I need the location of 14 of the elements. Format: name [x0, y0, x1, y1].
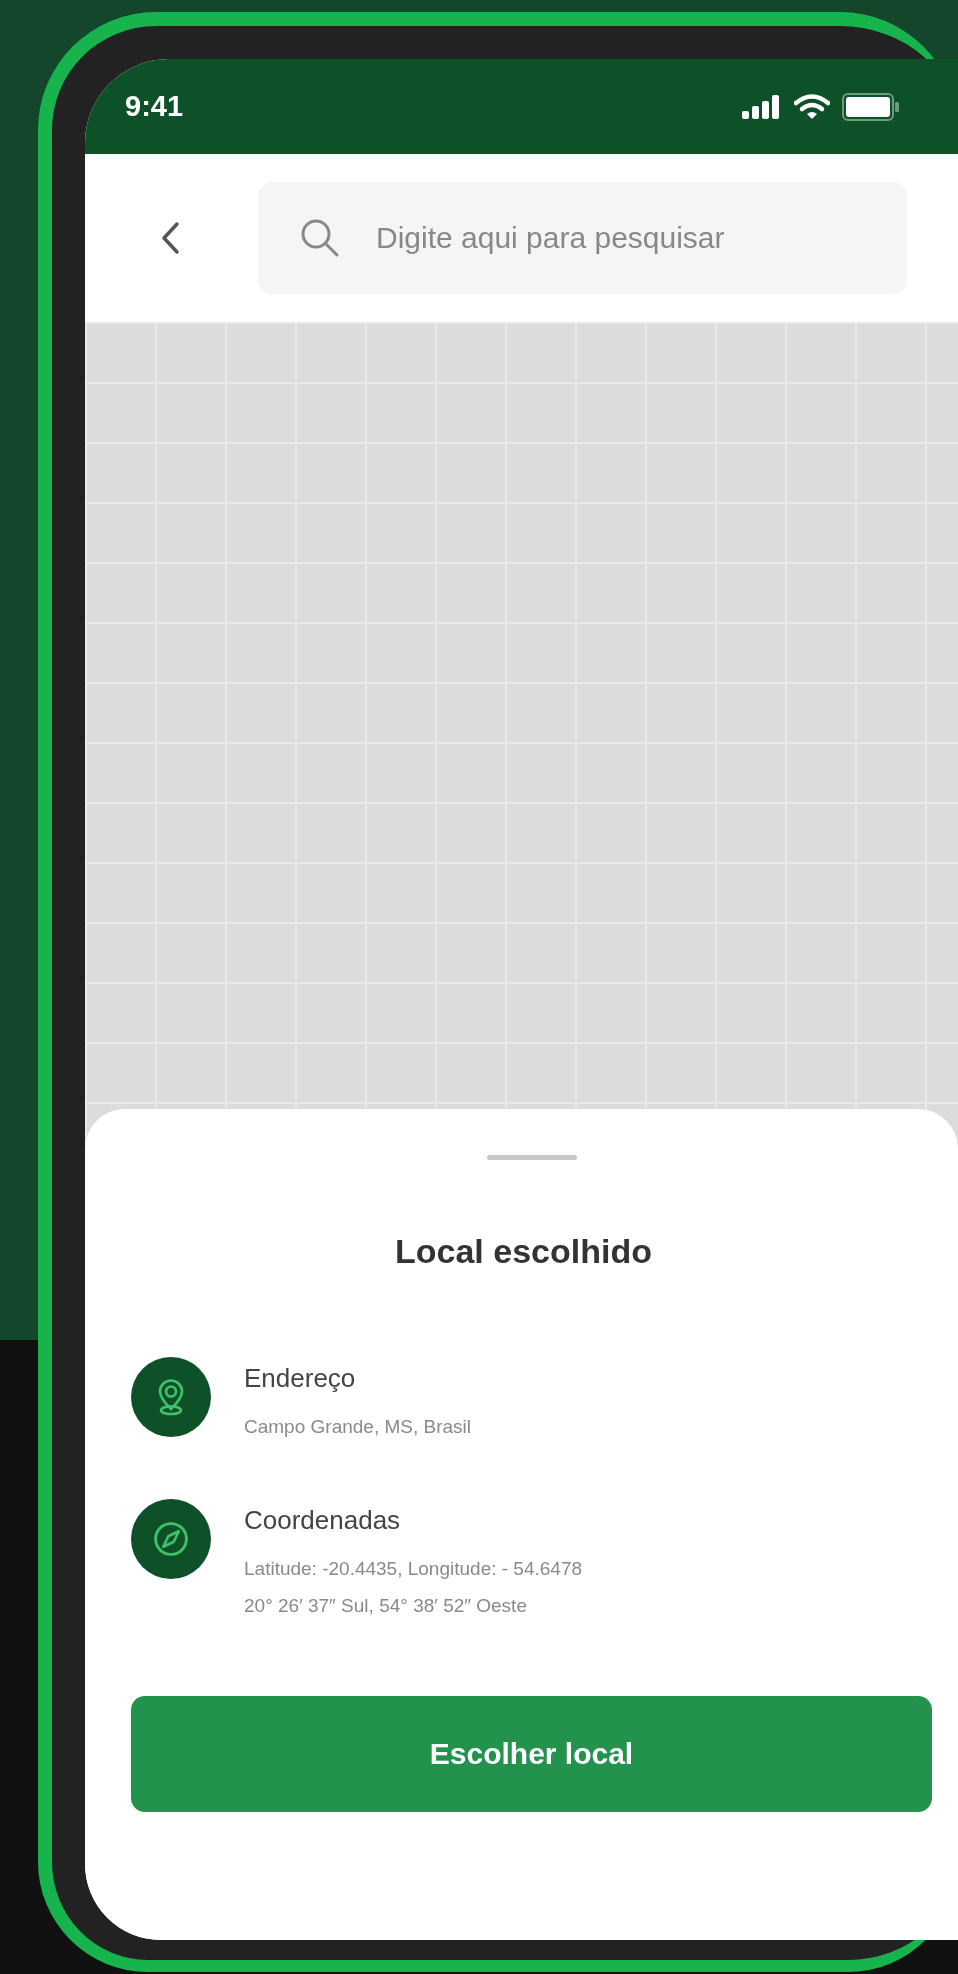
status-time: 9:41 [125, 90, 184, 123]
item-label: Coordenadas [244, 1505, 402, 1536]
item-value: 20° 26′ 37″ Sul, 54° 38′ 52″ Oeste [244, 1594, 528, 1618]
sheet-title: Local escolhido [394, 1232, 653, 1271]
search-field[interactable]: Digite aqui para pesquisar [258, 182, 907, 294]
item-label: Endereço [244, 1363, 357, 1394]
drag-handle[interactable] [486, 1155, 577, 1160]
battery-icon [842, 92, 900, 121]
choose-location-button[interactable]: Escolher local [131, 1696, 932, 1812]
signal-icon [742, 94, 782, 119]
wifi-icon [794, 93, 830, 120]
chevron-icon [160, 221, 180, 255]
item-value: Campo Grande, MS, Brasil [244, 1415, 472, 1439]
item-value: Latitude: -20.4435, Longitude: - 54.6478 [244, 1557, 583, 1581]
